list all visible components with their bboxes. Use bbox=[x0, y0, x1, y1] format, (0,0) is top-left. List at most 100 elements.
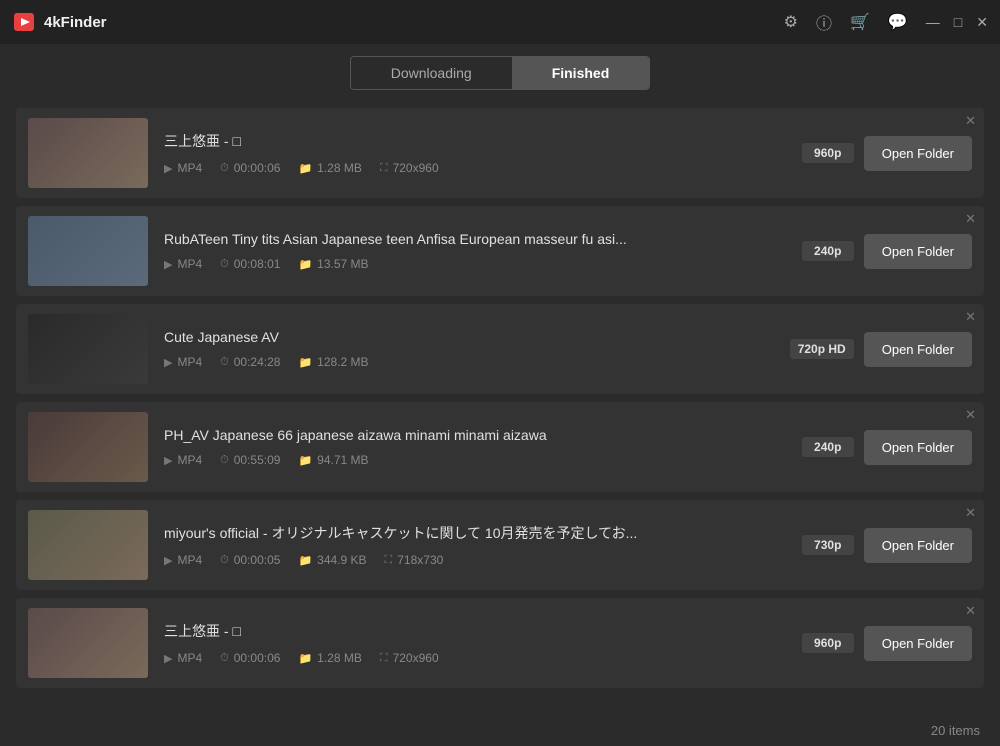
remove-button[interactable]: ✕ bbox=[965, 114, 976, 127]
app-logo bbox=[12, 10, 36, 34]
tab-group: Downloading Finished bbox=[350, 56, 651, 90]
resolution-meta: ⛶ 718x730 bbox=[385, 553, 444, 567]
video-thumbnail bbox=[28, 314, 148, 384]
video-actions: 960p Open Folder bbox=[802, 136, 972, 171]
tab-finished[interactable]: Finished bbox=[512, 57, 650, 89]
video-info: Cute Japanese AV ▶ MP4 ⏱ 00:24:28 📁 128.… bbox=[148, 329, 790, 369]
resolution-meta: ⛶ 720x960 bbox=[380, 651, 439, 665]
app-title: 4kFinder bbox=[44, 14, 784, 31]
duration-meta: ⏱ 00:00:06 bbox=[220, 161, 280, 175]
video-thumbnail bbox=[28, 216, 148, 286]
maximize-button[interactable]: □ bbox=[954, 15, 962, 29]
video-title: 三上悠亜 - □ bbox=[164, 621, 786, 641]
resolution-meta: ⛶ 720x960 bbox=[380, 161, 439, 175]
video-item: 三上悠亜 - □ ▶ MP4 ⏱ 00:00:06 📁 1.28 MB bbox=[16, 598, 984, 688]
remove-button[interactable]: ✕ bbox=[965, 310, 976, 323]
open-folder-button[interactable]: Open Folder bbox=[864, 136, 972, 171]
duration-meta: ⏱ 00:24:28 bbox=[220, 355, 280, 369]
gear-icon[interactable]: ⚙ bbox=[784, 12, 798, 32]
video-meta: ▶ MP4 ⏱ 00:24:28 📁 128.2 MB bbox=[164, 355, 774, 369]
clock-icon: ⏱ bbox=[220, 356, 229, 369]
remove-button[interactable]: ✕ bbox=[965, 506, 976, 519]
video-actions: 730p Open Folder bbox=[802, 528, 972, 563]
tabbar: Downloading Finished bbox=[0, 44, 1000, 102]
quality-badge: 240p bbox=[802, 437, 854, 457]
folder-icon: 📁 bbox=[298, 554, 312, 567]
open-folder-button[interactable]: Open Folder bbox=[864, 430, 972, 465]
folder-icon: 📁 bbox=[298, 356, 312, 369]
remove-button[interactable]: ✕ bbox=[965, 604, 976, 617]
open-folder-button[interactable]: Open Folder bbox=[864, 626, 972, 661]
format-meta: ▶ MP4 bbox=[164, 355, 202, 369]
size-meta: 📁 344.9 KB bbox=[298, 553, 366, 567]
video-thumbnail bbox=[28, 118, 148, 188]
video-meta: ▶ MP4 ⏱ 00:00:05 📁 344.9 KB ⛶ 718x730 bbox=[164, 553, 786, 567]
window-controls: — □ ✕ bbox=[926, 15, 988, 29]
tab-downloading[interactable]: Downloading bbox=[351, 57, 512, 89]
format-icon: ▶ bbox=[164, 454, 172, 467]
quality-badge: 240p bbox=[802, 241, 854, 261]
format-meta: ▶ MP4 bbox=[164, 553, 202, 567]
folder-icon: 📁 bbox=[298, 454, 312, 467]
video-thumbnail bbox=[28, 608, 148, 678]
video-item: Cute Japanese AV ▶ MP4 ⏱ 00:24:28 📁 128.… bbox=[16, 304, 984, 394]
clock-icon: ⏱ bbox=[220, 258, 229, 271]
format-meta: ▶ MP4 bbox=[164, 453, 202, 467]
footer: 20 items bbox=[0, 714, 1000, 746]
video-actions: 960p Open Folder bbox=[802, 626, 972, 661]
quality-badge: 730p bbox=[802, 535, 854, 555]
content-area: 三上悠亜 - □ ▶ MP4 ⏱ 00:00:06 📁 1.28 MB bbox=[0, 102, 1000, 714]
minimize-button[interactable]: — bbox=[926, 15, 940, 29]
remove-button[interactable]: ✕ bbox=[965, 408, 976, 421]
video-meta: ▶ MP4 ⏱ 00:08:01 📁 13.57 MB bbox=[164, 257, 786, 271]
resolution-icon: ⛶ bbox=[385, 554, 393, 567]
video-item: 三上悠亜 - □ ▶ MP4 ⏱ 00:00:06 📁 1.28 MB bbox=[16, 108, 984, 198]
video-info: RubATeen Tiny tits Asian Japanese teen A… bbox=[148, 231, 802, 271]
open-folder-button[interactable]: Open Folder bbox=[864, 528, 972, 563]
folder-icon: 📁 bbox=[298, 652, 312, 665]
clock-icon: ⏱ bbox=[220, 162, 229, 175]
close-button[interactable]: ✕ bbox=[976, 15, 988, 29]
items-count: 20 items bbox=[931, 723, 980, 738]
video-item: RubATeen Tiny tits Asian Japanese teen A… bbox=[16, 206, 984, 296]
size-meta: 📁 94.71 MB bbox=[298, 453, 368, 467]
open-folder-button[interactable]: Open Folder bbox=[864, 332, 972, 367]
format-meta: ▶ MP4 bbox=[164, 257, 202, 271]
video-actions: 720p HD Open Folder bbox=[790, 332, 972, 367]
duration-meta: ⏱ 00:08:01 bbox=[220, 257, 280, 271]
video-title: 三上悠亜 - □ bbox=[164, 131, 786, 151]
video-title: miyour's official - オリジナルキャスケットに関して 10月発… bbox=[164, 523, 786, 543]
video-thumbnail bbox=[28, 412, 148, 482]
video-info: 三上悠亜 - □ ▶ MP4 ⏱ 00:00:06 📁 1.28 MB bbox=[148, 131, 802, 175]
video-info: miyour's official - オリジナルキャスケットに関して 10月発… bbox=[148, 523, 802, 567]
clock-icon: ⏱ bbox=[220, 554, 229, 567]
size-meta: 📁 1.28 MB bbox=[298, 161, 361, 175]
format-meta: ▶ MP4 bbox=[164, 161, 202, 175]
video-actions: 240p Open Folder bbox=[802, 234, 972, 269]
duration-meta: ⏱ 00:00:05 bbox=[220, 553, 280, 567]
open-folder-button[interactable]: Open Folder bbox=[864, 234, 972, 269]
format-icon: ▶ bbox=[164, 652, 172, 665]
info-icon[interactable]: ⓘ bbox=[816, 10, 832, 34]
quality-badge: 960p bbox=[802, 633, 854, 653]
video-item: miyour's official - オリジナルキャスケットに関して 10月発… bbox=[16, 500, 984, 590]
format-icon: ▶ bbox=[164, 554, 172, 567]
chat-icon[interactable]: 💬 bbox=[888, 12, 908, 32]
titlebar-icons: ⚙ ⓘ 🛒 💬 bbox=[784, 10, 908, 34]
resolution-icon: ⛶ bbox=[380, 652, 388, 665]
titlebar: 4kFinder ⚙ ⓘ 🛒 💬 — □ ✕ bbox=[0, 0, 1000, 44]
cart-icon[interactable]: 🛒 bbox=[850, 12, 870, 32]
duration-meta: ⏱ 00:00:06 bbox=[220, 651, 280, 665]
video-title: Cute Japanese AV bbox=[164, 329, 774, 345]
video-title: RubATeen Tiny tits Asian Japanese teen A… bbox=[164, 231, 786, 247]
format-icon: ▶ bbox=[164, 356, 172, 369]
video-actions: 240p Open Folder bbox=[802, 430, 972, 465]
video-info: 三上悠亜 - □ ▶ MP4 ⏱ 00:00:06 📁 1.28 MB bbox=[148, 621, 802, 665]
clock-icon: ⏱ bbox=[220, 454, 229, 467]
size-meta: 📁 13.57 MB bbox=[298, 257, 368, 271]
format-icon: ▶ bbox=[164, 162, 172, 175]
video-meta: ▶ MP4 ⏱ 00:55:09 📁 94.71 MB bbox=[164, 453, 786, 467]
duration-meta: ⏱ 00:55:09 bbox=[220, 453, 280, 467]
quality-badge: 960p bbox=[802, 143, 854, 163]
remove-button[interactable]: ✕ bbox=[965, 212, 976, 225]
